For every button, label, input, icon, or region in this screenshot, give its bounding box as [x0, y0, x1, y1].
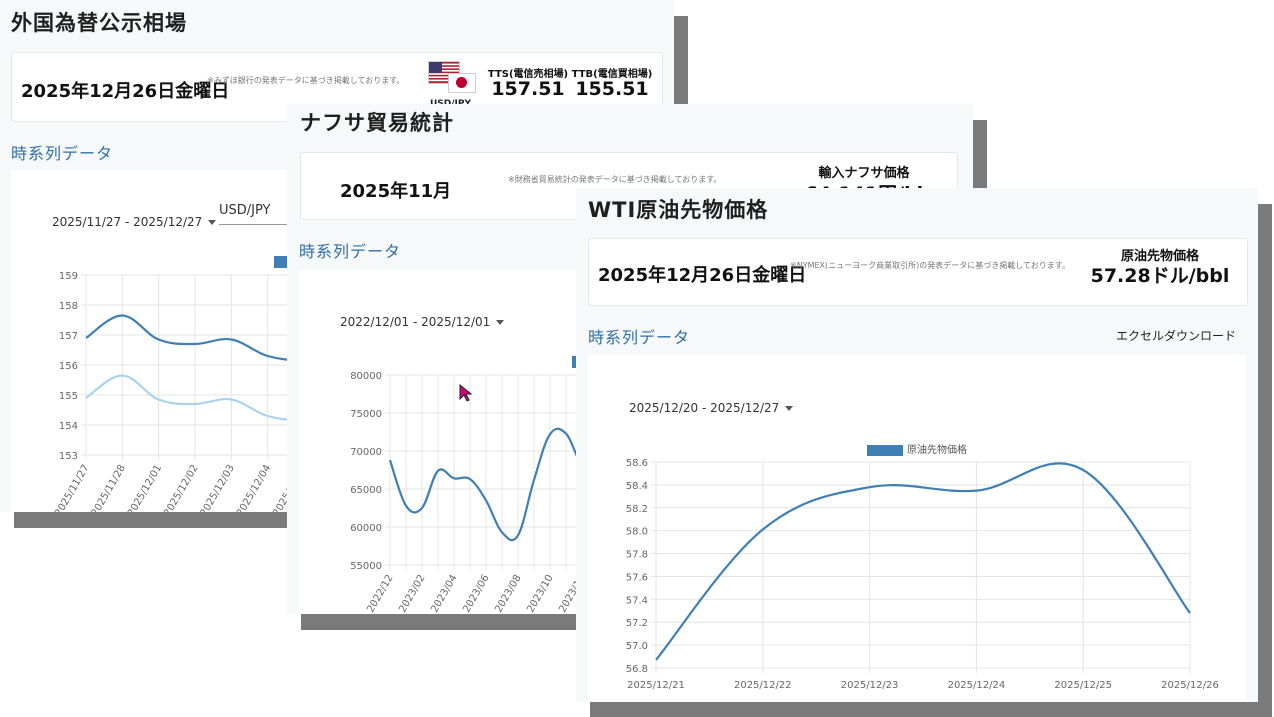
x-tick-label: 2025/12/02: [162, 463, 200, 512]
y-tick-label: 55000: [350, 561, 382, 572]
fx-title: 外国為替公示相場: [11, 11, 187, 35]
x-tick-label: 2025/12/04: [235, 463, 273, 512]
x-tick-label: 2025/12/24: [948, 680, 1006, 691]
naphtha-date: 2025年11月: [340, 181, 452, 202]
naphtha-section-title: 時系列データ: [299, 242, 402, 261]
series-line-1: [655, 462, 1191, 661]
wti-date: 2025年12月26日金曜日: [598, 265, 807, 286]
wti-summary-card: 2025年12月26日金曜日 ※NYMEX(ニューヨーク商業取引所)の発表データ…: [588, 238, 1248, 306]
x-tick-label: 2022/12: [365, 573, 395, 614]
x-tick-label: 2025/12/03: [199, 463, 237, 512]
fx-note: ※みずほ銀行の発表データに基づき掲載しております。: [207, 76, 405, 85]
jp-flag-icon: [448, 73, 476, 93]
y-tick-label: 153: [59, 451, 78, 462]
fx-section-title: 時系列データ: [11, 144, 114, 163]
x-tick-label: 2023/04: [429, 573, 459, 614]
naphtha-title: ナフサ貿易統計: [300, 111, 454, 135]
y-tick-label: 156: [59, 361, 78, 372]
x-tick-label: 2025/11/27: [53, 463, 91, 512]
y-tick-label: 57.0: [626, 641, 648, 652]
y-tick-label: 58.4: [626, 481, 648, 492]
y-tick-label: 56.8: [626, 664, 648, 675]
y-tick-label: 57.2: [626, 618, 648, 629]
x-tick-label: 2025/11/28: [90, 463, 128, 512]
y-tick-label: 57.6: [626, 572, 648, 583]
wti-chart-card: 2025/12/20 - 2025/12/27 原油先物価格 56.8 57.0 5…: [588, 355, 1246, 702]
x-tick-label: 2025/12/23: [841, 680, 899, 691]
y-tick-label: 57.8: [626, 550, 648, 561]
x-tick-label: 2025/12/26: [1161, 680, 1219, 691]
wti-section-title: 時系列データ: [588, 328, 691, 347]
y-tick-label: 158: [59, 301, 78, 312]
naphtha-note: ※財務省貿易統計の発表データに基づき掲載しております。: [508, 175, 722, 184]
y-tick-label: 157: [59, 331, 78, 342]
y-tick-label: 80000: [350, 371, 382, 382]
excel-download-link[interactable]: エクセルダウンロード: [1116, 327, 1236, 344]
x-tick-label: 2023/06: [461, 573, 491, 614]
series-line-1: [388, 427, 599, 542]
y-tick-label: 58.6: [626, 458, 648, 469]
y-tick-label: 155: [59, 391, 78, 402]
y-tick-label: 75000: [350, 409, 382, 420]
x-tick-label: 2023/02: [397, 573, 427, 614]
x-tick-label: 2025/12/25: [1054, 680, 1112, 691]
y-tick-label: 58.2: [626, 504, 648, 515]
x-tick-label: 2023/08: [493, 573, 523, 614]
y-tick-label: 60000: [350, 523, 382, 534]
tts-value: 157.51: [491, 78, 565, 100]
y-tick-label: 58.0: [626, 527, 648, 538]
x-tick-label: 2025/12/22: [734, 680, 792, 691]
mouse-cursor-icon: [459, 384, 473, 402]
wti-value: 57.28ドル/bbl: [1090, 265, 1230, 287]
y-tick-label: 159: [59, 271, 78, 282]
x-tick-label: 2025/12/01: [126, 463, 164, 512]
fx-date: 2025年12月26日金曜日: [21, 81, 230, 102]
y-tick-label: 70000: [350, 447, 382, 458]
wti-note: ※NYMEX(ニューヨーク商業取引所)の発表データに基づき掲載しております。: [790, 261, 1070, 270]
y-tick-label: 154: [59, 421, 78, 432]
x-tick-label: 2023/10: [525, 573, 555, 614]
x-tick-label: 2025/12/21: [627, 680, 685, 691]
wti-panel: WTI原油先物価格 2025年12月26日金曜日 ※NYMEX(ニューヨーク商業…: [576, 188, 1258, 702]
y-tick-label: 65000: [350, 485, 382, 496]
ttb-value: 155.51: [575, 78, 649, 100]
y-tick-label: 57.4: [626, 595, 648, 606]
wti-line-chart: 56.8 57.0 57.2 57.4 57.6 57.8 58.0 58.2 58.4 58.6…: [626, 458, 1219, 691]
wti-title: WTI原油先物価格: [588, 198, 769, 222]
